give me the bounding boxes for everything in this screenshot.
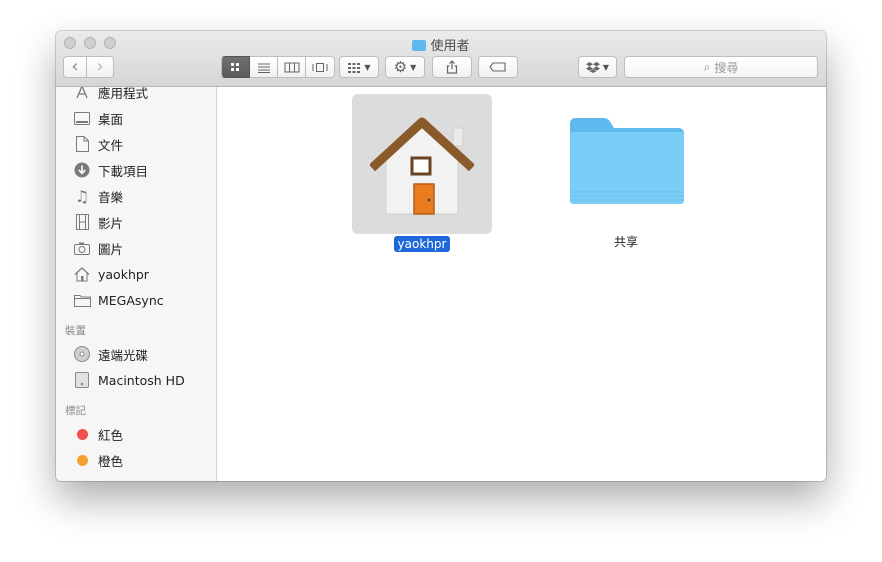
sidebar-item-label: 桌面 <box>98 111 124 127</box>
arrange-button[interactable]: ▼ <box>339 56 379 78</box>
window-title-text: 使用者 <box>430 39 470 54</box>
sidebar-item-label: 圖片 <box>98 241 124 257</box>
coverflow-view-icon <box>312 62 328 72</box>
sidebar-item-pictures[interactable]: 圖片 <box>56 238 216 258</box>
search-field[interactable]: ⌕ 搜尋 <box>624 56 818 78</box>
sidebar-item-label: MEGAsync <box>98 292 164 308</box>
sidebar: 應用程式 桌面 文件 下載項目 ♫ 音樂 影片 圖片 yaokhpr MEGAs… <box>56 87 217 481</box>
home-folder-icon <box>370 117 474 215</box>
chevron-left-icon: ‹ <box>71 56 79 77</box>
window-title: 使用者 <box>56 35 826 54</box>
sidebar-item-label: 黃色 <box>98 477 123 482</box>
file-label-text: yaokhpr <box>393 236 451 252</box>
folder-icon <box>570 118 684 204</box>
finder-window: 使用者 ‹ › ▼ ⚙ ▼ ▼ ⌕ 搜尋 應用程式 桌面 文件 下載項目 ♫ 音… <box>56 31 826 481</box>
arrange-icon <box>348 62 361 73</box>
file-label: 共享 <box>556 233 696 250</box>
sidebar-item-label: Macintosh HD <box>98 372 185 388</box>
share-icon <box>446 60 458 74</box>
sidebar-item-tag-red[interactable]: 紅色 <box>56 424 216 444</box>
icon-view-icon <box>231 62 239 71</box>
sidebar-item-label: 應用程式 <box>98 87 149 101</box>
hard-drive-icon <box>73 371 91 389</box>
sidebar-item-label: 音樂 <box>98 189 124 205</box>
tag-dot-orange <box>76 454 88 466</box>
tag-color-icon <box>73 451 91 469</box>
camera-icon <box>73 239 91 257</box>
sidebar-item-documents[interactable]: 文件 <box>56 134 216 154</box>
share-button[interactable] <box>432 56 472 78</box>
sidebar-item-label: 影片 <box>98 215 124 231</box>
sidebar-item-home[interactable]: yaokhpr <box>56 264 216 284</box>
applications-icon <box>73 87 91 101</box>
dropbox-button[interactable]: ▼ <box>578 56 617 78</box>
sidebar-item-label: 文件 <box>98 137 124 153</box>
chevron-down-icon: ▼ <box>410 62 417 72</box>
sidebar-item-applications[interactable]: 應用程式 <box>56 87 216 102</box>
documents-icon <box>73 135 91 153</box>
search-placeholder: 搜尋 <box>714 60 739 75</box>
folder-icon <box>73 291 91 309</box>
sidebar-item-label: 橙色 <box>98 453 124 469</box>
column-view-icon <box>284 62 299 72</box>
sidebar-item-desktop[interactable]: 桌面 <box>56 108 216 128</box>
action-button[interactable]: ⚙ ▼ <box>385 56 425 78</box>
chevron-right-icon: › <box>96 56 104 77</box>
sidebar-item-macintosh-hd[interactable]: Macintosh HD <box>56 370 216 390</box>
coverflow-view-button[interactable] <box>306 56 335 78</box>
gear-icon: ⚙ <box>393 58 408 76</box>
sidebar-item-label: 遠端光碟 <box>98 347 149 363</box>
tag-color-icon <box>73 425 91 443</box>
file-browser: yaokhpr 共享 <box>217 87 826 481</box>
desktop-icon <box>73 109 91 127</box>
chevron-down-icon: ▼ <box>364 62 371 72</box>
remote-disc-icon <box>73 345 91 363</box>
movies-icon <box>73 213 91 231</box>
icon-view-button[interactable] <box>221 56 250 78</box>
list-view-button[interactable] <box>250 56 278 78</box>
devices-header: 裝置 <box>65 325 86 337</box>
tag-icon <box>489 62 506 72</box>
list-view-icon <box>257 63 270 73</box>
tags-header: 標記 <box>65 405 86 417</box>
tag-dot-yellow <box>76 480 88 481</box>
magnifier-icon: ⌕ <box>703 59 711 74</box>
sidebar-item-movies[interactable]: 影片 <box>56 212 216 232</box>
sidebar-item-label: 紅色 <box>98 427 124 443</box>
back-button[interactable]: ‹ <box>63 56 87 78</box>
sidebar-item-label: yaokhpr <box>98 266 149 282</box>
downloads-icon <box>73 161 91 179</box>
dropbox-icon <box>585 62 600 73</box>
forward-button[interactable]: › <box>87 56 114 78</box>
chevron-down-icon: ▼ <box>602 62 610 72</box>
tag-dot-red <box>76 428 88 440</box>
music-icon: ♫ <box>74 186 90 206</box>
toolbar: 使用者 ‹ › ▼ ⚙ ▼ ▼ ⌕ 搜尋 <box>56 31 826 87</box>
sidebar-item-music[interactable]: ♫ 音樂 <box>56 186 216 206</box>
sidebar-item-tag-orange[interactable]: 橙色 <box>56 450 216 470</box>
tag-button[interactable] <box>478 56 518 78</box>
sidebar-item-remote-disc[interactable]: 遠端光碟 <box>56 344 216 364</box>
folder-icon <box>412 40 427 51</box>
home-icon <box>73 265 91 283</box>
file-label: yaokhpr <box>352 236 492 252</box>
tag-color-icon <box>73 477 91 481</box>
sidebar-item-downloads[interactable]: 下載項目 <box>56 160 216 180</box>
file-label-text: 共享 <box>613 235 638 249</box>
sidebar-item-tag-yellow[interactable]: 黃色 <box>56 476 216 482</box>
sidebar-item-label: 下載項目 <box>98 163 149 179</box>
sidebar-item-megasync[interactable]: MEGAsync <box>56 290 216 310</box>
column-view-button[interactable] <box>278 56 306 78</box>
